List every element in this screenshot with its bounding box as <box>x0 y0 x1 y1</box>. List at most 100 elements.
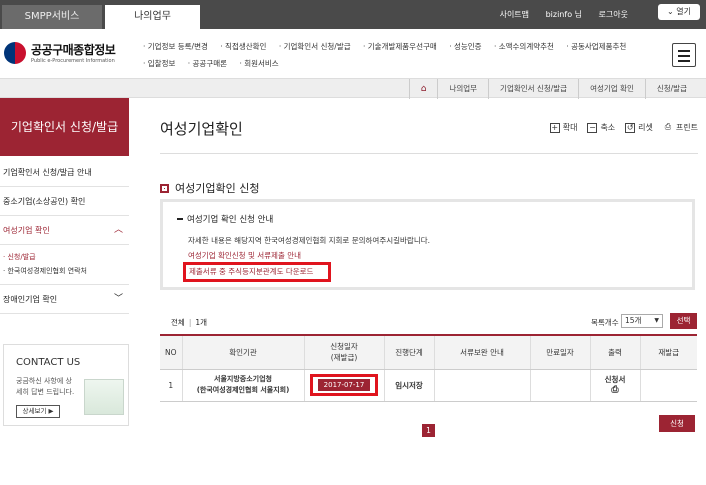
logout-link[interactable]: 로그아웃 <box>599 10 628 19</box>
breadcrumb-item[interactable]: 여성기업 확인 <box>578 79 645 99</box>
logo-subtext: Public e-Procurement Information <box>31 58 115 64</box>
notice-heading-text: 여성기업 확인 신청 안내 <box>187 215 274 225</box>
date-highlight: 2017-07-17 <box>310 374 378 396</box>
gnb-item[interactable]: · 회원서비스 <box>239 59 278 68</box>
gnb-item[interactable]: · 입찰정보 <box>143 59 175 68</box>
breadcrumb-item[interactable]: 기업확인서 신청/발급 <box>488 79 578 99</box>
total-count: 1개 <box>195 318 208 327</box>
tab-smpp-service[interactable]: SMPP서비스 <box>2 5 102 29</box>
col-header: 신청일자 (재발급) <box>303 335 384 370</box>
gnb-item[interactable]: · 공동사업제품추천 <box>566 42 626 51</box>
total-label: 전체 <box>171 318 185 327</box>
print-label: 프린트 <box>675 123 698 132</box>
sidebar-item-disabled-business[interactable]: 장애인기업 확인 ﹀ <box>0 285 129 314</box>
bullet-square-icon <box>160 184 169 193</box>
gnb-item[interactable]: · 기업확인서 신청/발급 <box>279 42 351 51</box>
sidebar-title: 기업확인서 신청/발급 <box>0 98 129 156</box>
col-header: 확인기관 <box>181 335 304 370</box>
sidebar-item-women-business[interactable]: 여성기업 확인 ︿ <box>0 216 129 245</box>
home-icon[interactable]: ⌂ <box>408 79 438 99</box>
zoom-out-button[interactable]: − 축소 <box>587 122 615 133</box>
sidebar-item-sme[interactable]: 중소기업(소상공인) 확인 <box>0 187 129 216</box>
date-badge[interactable]: 2017-07-17 <box>318 379 370 391</box>
sitemap-link[interactable]: 사이트맵 <box>500 10 529 19</box>
download-link[interactable]: 제출서류 중 주식등지분관계도 다운로드 <box>183 262 331 282</box>
notice-box: 여성기업 확인 신청 안내 자세한 내용은 해당지역 한국여성경제인협회 지회로… <box>160 199 695 290</box>
row-reissue <box>639 369 697 402</box>
list-count: 전체 | 1개 <box>171 318 208 327</box>
page-size-label: 목록개수 <box>591 318 619 327</box>
zoom-in-label: 확대 <box>562 123 578 132</box>
sidebar-item-label: 장애인기업 확인 <box>3 295 58 304</box>
sidebar-sub-apply[interactable]: · 신청/발급 <box>3 250 129 264</box>
row-date: 2017-07-17 <box>303 369 384 402</box>
contact-box: CONTACT US 궁금하신 사항에 상세히 답변 드립니다. 상세보기 ▶ <box>3 344 129 426</box>
site-logo[interactable]: 공공구매종합정보 Public e-Procurement Informatio… <box>4 40 124 70</box>
print-form-label: 신청서 <box>604 375 626 384</box>
sidebar-sub-contact[interactable]: · 한국여성경제인협회 연락처 <box>3 264 129 278</box>
reset-button[interactable]: ↺ 리셋 <box>625 122 653 133</box>
row-print[interactable]: 신청서 ⎙ <box>589 369 640 402</box>
open-button[interactable]: ⌄ 열기 <box>658 4 700 20</box>
col-header: 진행단계 <box>383 335 434 370</box>
dash-icon <box>177 218 183 220</box>
sidebar-submenu: · 신청/발급 · 한국여성경제인협회 연락처 <box>0 245 129 285</box>
row-no: 1 <box>160 369 182 402</box>
row-doc-guide <box>433 369 530 402</box>
gnb-item[interactable]: · 직접생산확인 <box>220 42 266 51</box>
row-expire <box>529 369 590 402</box>
open-label: 열기 <box>676 7 691 16</box>
pagination-page[interactable]: 1 <box>422 424 435 437</box>
chevron-down-icon: ⌄ <box>667 7 677 16</box>
sidebar: 기업확인서 신청/발급 안내 중소기업(소상공인) 확인 여성기업 확인 ︿ · … <box>0 158 129 314</box>
top-bar: SMPP서비스 나의업무 사이트맵 bizinfo 님 로그아웃 ⌄ 열기 <box>0 0 706 29</box>
page-title: 여성기업확인 <box>160 120 243 138</box>
row-org: 서울지방중소기업청 (한국여성경제인협회 서울지회) <box>181 369 304 402</box>
breadcrumb-item[interactable]: 나의업무 <box>437 79 488 99</box>
global-nav: · 기업정보 등록/변경 · 직접생산확인 · 기업확인서 신청/발급 · 기술… <box>143 38 663 72</box>
zoom-out-label: 축소 <box>600 123 616 132</box>
col-header: 만료일자 <box>529 335 590 370</box>
gnb-item[interactable]: · 소액수의계약추천 <box>494 42 554 51</box>
table-row: 1 서울지방중소기업청 (한국여성경제인협회 서울지회) 2017-07-17 임… <box>160 369 697 402</box>
contact-detail-button[interactable]: 상세보기 ▶ <box>16 405 60 418</box>
dropdown-arrow-icon: ▼ <box>654 317 659 324</box>
taegeuk-logo-icon <box>4 42 26 64</box>
page-size-select[interactable]: 15개 ▼ <box>621 314 663 328</box>
tab-my-work[interactable]: 나의업무 <box>105 5 200 29</box>
breadcrumb-item[interactable]: 신청/발급 <box>644 79 698 99</box>
table-header-row: NO 확인기관 신청일자 (재발급) 진행단계 서류보완 안내 만료일자 출력 … <box>160 335 697 370</box>
gnb-item[interactable]: · 기술개발제품우선구매 <box>363 42 437 51</box>
select-button[interactable]: 선택 <box>670 313 697 329</box>
contact-title: CONTACT US <box>16 357 81 368</box>
org-name: 서울지방중소기업청 <box>214 375 272 383</box>
zoom-in-button[interactable]: + 확대 <box>549 122 578 133</box>
row-stage: 임시저장 <box>383 369 434 402</box>
logo-text: 공공구매종합정보 <box>31 43 116 57</box>
col-header: NO <box>160 335 182 370</box>
apply-button[interactable]: 신청 <box>659 415 695 432</box>
col-header: 재발급 <box>639 335 697 370</box>
chevron-down-icon: ﹀ <box>113 294 123 304</box>
application-table: NO 확인기관 신청일자 (재발급) 진행단계 서류보완 안내 만료일자 출력 … <box>160 334 697 402</box>
sidebar-item-guide[interactable]: 기업확인서 신청/발급 안내 <box>0 158 129 187</box>
guide-link[interactable]: 여성기업 확인신청 및 서류제출 안내 <box>188 250 301 261</box>
gnb-item[interactable]: · 성능인증 <box>449 42 481 51</box>
reset-label: 리셋 <box>638 123 653 132</box>
printer-icon: ⎙ <box>664 121 672 131</box>
printer-icon: ⎙ <box>611 385 619 395</box>
title-divider <box>160 153 698 154</box>
plus-icon: + <box>549 122 560 133</box>
menu-icon[interactable] <box>672 43 696 67</box>
notice-heading: 여성기업 확인 신청 안내 <box>177 213 273 225</box>
section-title: 여성기업확인 신청 <box>160 180 259 196</box>
contact-desc: 궁금하신 사항에 상세히 답변 드립니다. <box>16 377 75 396</box>
monitor-illustration-icon <box>84 379 124 415</box>
gnb-item[interactable]: · 공공구매론 <box>188 59 227 68</box>
page-size-value: 15개 <box>625 316 642 325</box>
section-title-text: 여성기업확인 신청 <box>175 182 260 195</box>
gnb-item[interactable]: · 기업정보 등록/변경 <box>143 42 208 51</box>
print-button[interactable]: ⎙ 프린트 <box>663 122 698 133</box>
notice-text: 자세한 내용은 해당지역 한국여성경제인협회 지회로 문의하여주시길바랍니다. <box>188 236 431 245</box>
sidebar-item-label: 여성기업 확인 <box>3 226 50 235</box>
